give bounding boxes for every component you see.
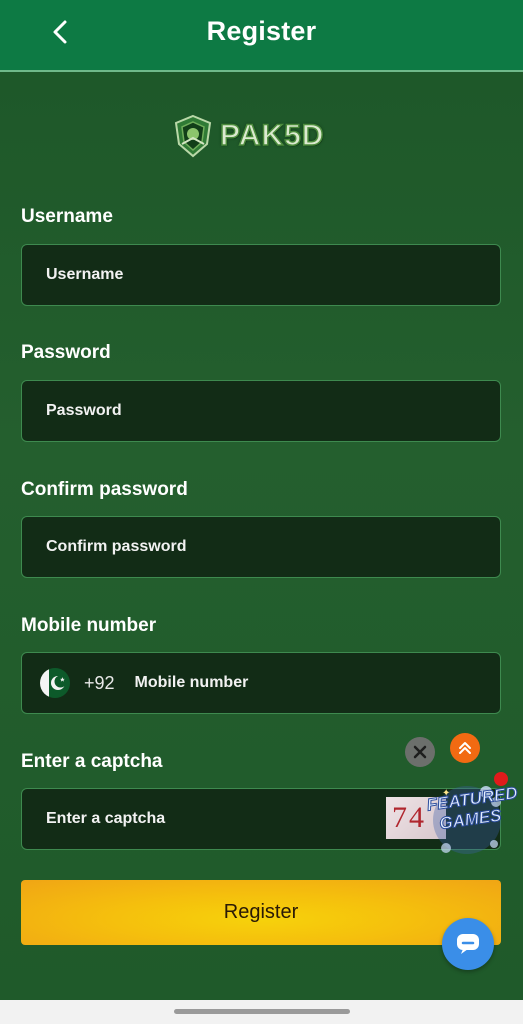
- app-header: Register: [0, 0, 523, 72]
- password-label: Password: [21, 342, 111, 363]
- notification-dot: [494, 772, 508, 786]
- scroll-up-button[interactable]: [450, 733, 480, 763]
- page-title: Register: [206, 16, 317, 46]
- pakistan-flag-icon[interactable]: [40, 668, 70, 698]
- home-indicator[interactable]: [174, 1009, 350, 1014]
- username-field[interactable]: [21, 244, 501, 306]
- brand-logo-text: PAK5D: [219, 118, 325, 153]
- password-input[interactable]: [44, 401, 500, 421]
- brand-logo: PAK5D: [172, 112, 342, 160]
- username-label: Username: [21, 206, 113, 227]
- mobile-number-label: Mobile number: [21, 615, 157, 636]
- country-code[interactable]: +92: [84, 673, 115, 694]
- confirm-password-field[interactable]: [21, 516, 501, 578]
- chat-icon: [457, 934, 479, 954]
- captcha-label: Enter a captcha: [21, 751, 163, 772]
- shield-logo-icon: [174, 114, 212, 158]
- double-chevron-up-icon: [459, 742, 471, 754]
- register-button[interactable]: Register: [21, 880, 501, 945]
- confirm-password-input[interactable]: [44, 537, 500, 557]
- mobile-number-input[interactable]: [132, 673, 500, 693]
- captcha-input[interactable]: [44, 809, 388, 829]
- chat-button[interactable]: [442, 918, 494, 970]
- close-featured-button[interactable]: [405, 737, 435, 767]
- username-input[interactable]: [44, 265, 500, 285]
- close-icon: [413, 745, 427, 759]
- confirm-password-label: Confirm password: [21, 479, 188, 500]
- mobile-number-field[interactable]: +92: [21, 652, 501, 714]
- featured-games-badge[interactable]: ✦ FEATURED GAMES: [424, 778, 519, 860]
- password-field[interactable]: [21, 380, 501, 442]
